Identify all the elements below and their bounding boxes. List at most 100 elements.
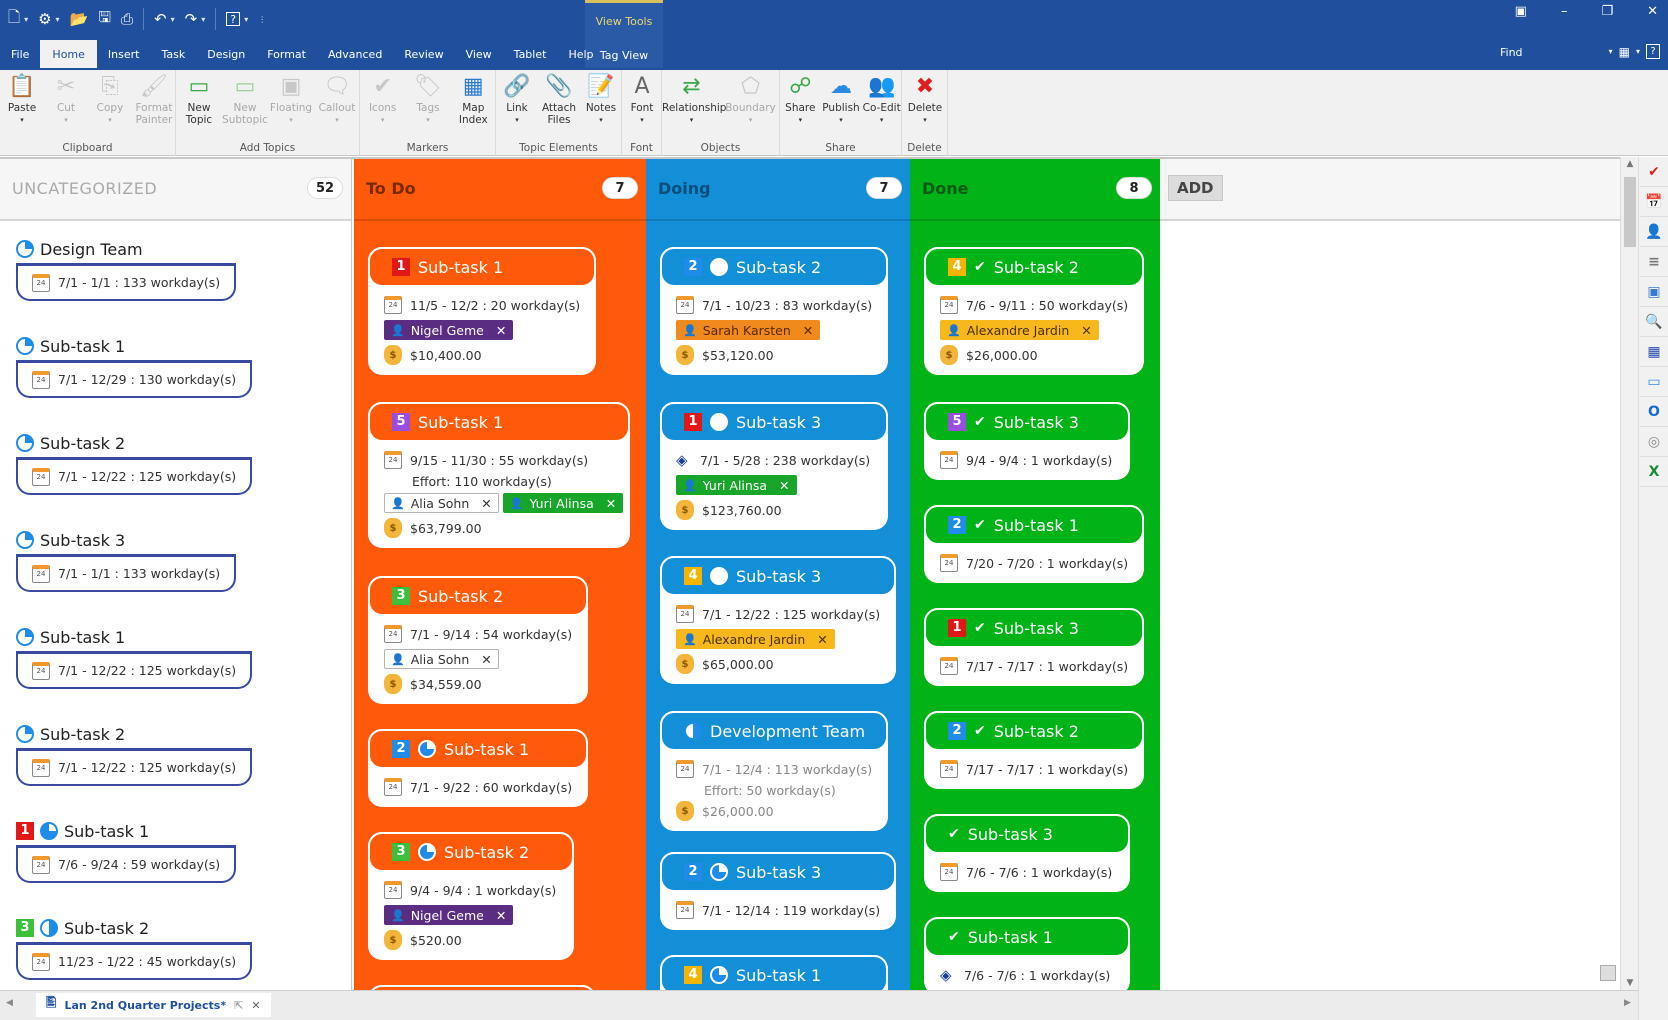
task-card[interactable]: 1 Sub-task 3 ◈ 7/1 - 5/28 : 238 workday(s) 👤… <box>660 402 888 530</box>
tab-review[interactable]: Review <box>393 42 454 68</box>
redo-dropdown[interactable]: ▾ <box>201 15 205 24</box>
notes-button[interactable]: 📝 Notes ▾ <box>580 72 622 126</box>
minimize-icon[interactable]: – <box>1561 4 1568 19</box>
delete-button[interactable]: ✖ Delete ▾ <box>902 72 948 126</box>
resource-tag[interactable]: 👤 Nigel Geme ✕ <box>384 320 514 340</box>
theme-panel-button[interactable]: ▣ <box>1640 278 1668 307</box>
undo-icon[interactable]: ↶ <box>154 10 167 28</box>
new-topic-button[interactable]: ▭ New Topic <box>176 72 222 126</box>
scroll-up-icon[interactable]: ▲ <box>1621 159 1639 169</box>
print-icon[interactable]: ⎙ <box>121 10 133 28</box>
uncategorized-item[interactable]: Sub-task 1 24 7/1 - 12/29 : 130 workday(s) <box>16 334 252 398</box>
column-header[interactable]: Doing 7 <box>646 159 910 221</box>
customize-qat-icon[interactable]: ⋮ <box>258 15 266 24</box>
uncategorized-item[interactable]: 1 Sub-task 1 24 7/6 - 9/24 : 59 workday(s) <box>16 819 236 883</box>
cut-button[interactable]: ✂ Cut ▾ <box>44 72 88 126</box>
floating-button[interactable]: ▣ Floating ▾ <box>268 72 314 126</box>
task-info-panel-button[interactable]: ✔ <box>1640 158 1668 187</box>
excel-panel-button[interactable]: X <box>1640 458 1668 487</box>
task-card[interactable]: 2 Sub-task 3 24 7/1 - 12/14 : 119 workday(s… <box>660 852 896 930</box>
help-icon[interactable]: ? <box>226 12 241 26</box>
tab-format[interactable]: Format <box>256 42 317 68</box>
slideshow-panel-button[interactable]: ▭ <box>1640 368 1668 397</box>
scrollbar-thumb[interactable] <box>1624 177 1636 247</box>
tab-task[interactable]: Task <box>150 42 196 68</box>
remove-resource-icon[interactable]: ✕ <box>817 632 827 647</box>
open-folder-icon[interactable]: 📂 <box>70 10 89 28</box>
task-card[interactable]: 4 Sub-task 1 <box>660 955 888 990</box>
remove-resource-icon[interactable]: ✕ <box>803 323 813 338</box>
remove-resource-icon[interactable]: ✕ <box>496 908 506 923</box>
remove-resource-icon[interactable]: ✕ <box>496 323 506 338</box>
task-card[interactable]: 3 Sub-task 2 24 7/1 - 9/14 : 54 workday(s) 👤… <box>368 576 588 704</box>
share-button[interactable]: ☍ Share ▾ <box>780 72 821 126</box>
map-index-button[interactable]: ▦ Map Index <box>451 72 496 126</box>
tab-home[interactable]: Home <box>40 40 97 68</box>
redo-icon[interactable]: ↷ <box>185 10 198 28</box>
uncategorized-item[interactable]: Sub-task 2 24 7/1 - 12/22 : 125 workday(s) <box>16 431 252 495</box>
format-painter-button[interactable]: 🖌 Format Painter <box>132 72 176 126</box>
remove-resource-icon[interactable]: ✕ <box>779 478 789 493</box>
resource-tag[interactable]: 👤 Alia Sohn ✕ <box>384 493 499 513</box>
remove-resource-icon[interactable]: ✕ <box>1081 323 1091 338</box>
column-header[interactable]: UNCATEGORIZED 52 <box>0 159 351 221</box>
uncategorized-item[interactable]: Design Team 24 7/1 - 1/1 : 133 workday(s) <box>16 237 236 301</box>
uncategorized-item[interactable]: Sub-task 3 24 7/1 - 1/1 : 133 workday(s) <box>16 528 236 592</box>
remove-resource-icon[interactable]: ✕ <box>481 652 491 667</box>
restore-icon[interactable]: ❐ <box>1601 4 1613 19</box>
task-card[interactable]: 4 ✔ Sub-task 2 24 7/6 - 9/11 : 50 workday(s)… <box>924 247 1144 375</box>
task-card[interactable]: ✔ Sub-task 1 ◈ 7/6 - 7/6 : 1 workday(s) <box>924 917 1130 990</box>
fit-view-button[interactable] <box>1600 965 1616 981</box>
column-header[interactable]: To Do 7 <box>354 159 646 221</box>
copy-button[interactable]: ⎘ Copy ▾ <box>88 72 132 126</box>
tab-view[interactable]: View <box>455 42 503 68</box>
new-file-dropdown[interactable]: ▾ <box>24 15 28 24</box>
task-card[interactable]: 2 Sub-task 1 24 7/1 - 9/22 : 60 workday(s) <box>368 729 588 807</box>
resource-tag[interactable]: 👤 Nigel Geme ✕ <box>384 905 514 925</box>
resource-tag[interactable]: 👤 Yuri Alinsa ✕ <box>676 475 797 495</box>
new-subtopic-button[interactable]: ▭ New Subtopic <box>222 72 268 126</box>
remove-resource-icon[interactable]: ✕ <box>606 496 616 511</box>
boundary-button[interactable]: ⬠ Boundary ▾ <box>721 72 780 126</box>
outlook-panel-button[interactable]: O <box>1640 398 1668 427</box>
layout-switch-icon[interactable]: ▦ <box>1619 45 1630 59</box>
document-tab[interactable]: 🖺 Lan 2nd Quarter Projects* ⇱ ✕ <box>36 993 271 1017</box>
font-button[interactable]: A Font ▾ <box>622 72 662 126</box>
attach-files-button[interactable]: 📎 Attach Files <box>538 72 580 126</box>
resource-tag[interactable]: 👤 Sarah Karsten ✕ <box>676 320 821 340</box>
tab-tablet[interactable]: Tablet <box>503 42 558 68</box>
tab-insert[interactable]: Insert <box>97 42 151 68</box>
scroll-right-icon[interactable]: ▶ <box>1624 998 1631 1008</box>
help-icon[interactable]: ? <box>1646 44 1660 59</box>
save-icon[interactable]: 🖫 <box>98 7 111 32</box>
publish-button[interactable]: ☁ Publish ▾ <box>821 72 862 126</box>
resource-panel-button[interactable]: 👤 <box>1640 218 1668 247</box>
tab-help[interactable]: Help <box>557 42 604 68</box>
dropdown-icon[interactable]: ▾ <box>1609 47 1613 56</box>
outline-panel-button[interactable]: ≡ <box>1640 248 1668 277</box>
find-button[interactable]: Find <box>1500 46 1523 59</box>
task-card[interactable]: 1 Sub-task 1 24 11/5 - 12/2 : 20 workday(s)… <box>368 247 596 375</box>
uncategorized-item[interactable]: 3 Sub-task 2 24 11/23 - 1/22 : 45 workday(s… <box>16 916 252 980</box>
settings-icon[interactable]: ⚙ <box>38 10 51 28</box>
close-icon[interactable]: ✕ <box>1647 4 1658 19</box>
task-card[interactable]: 1 ✔ Sub-task 3 24 7/17 - 7/17 : 1 workday(s) <box>924 608 1144 686</box>
tab-file[interactable]: File <box>0 42 40 68</box>
settings-dropdown[interactable]: ▾ <box>56 15 60 24</box>
link-button[interactable]: 🔗 Link ▾ <box>496 72 538 126</box>
resource-tag[interactable]: 👤 Alexandre Jardin ✕ <box>940 320 1099 340</box>
vertical-scrollbar[interactable]: ▲ ▼ <box>1620 157 1638 990</box>
co-edit-button[interactable]: 👥 Co-Edit ▾ <box>861 72 902 126</box>
layout-panel-button[interactable]: ▦ <box>1640 338 1668 367</box>
task-card[interactable]: 3 Sub-task 2 24 9/4 - 9/4 : 1 workday(s) 👤 Ni… <box>368 832 574 960</box>
ribbon-display-icon[interactable]: ▣ <box>1515 4 1527 19</box>
task-card[interactable]: 2 ✔ Sub-task 2 24 7/17 - 7/17 : 1 workday(s) <box>924 711 1144 789</box>
task-card[interactable]: 5 ✔ Sub-task 3 24 9/4 - 9/4 : 1 workday(s) <box>924 402 1130 480</box>
task-card[interactable]: Development Team 24 7/1 - 12/4 : 113 workd… <box>660 711 888 831</box>
tab-design[interactable]: Design <box>196 42 256 68</box>
remove-resource-icon[interactable]: ✕ <box>481 496 491 511</box>
globe-panel-button[interactable]: ◎ <box>1640 428 1668 457</box>
dropdown-icon[interactable]: ▾ <box>1636 47 1640 56</box>
calendar-panel-button[interactable]: 📅 <box>1640 188 1668 217</box>
add-column-button[interactable]: ADD <box>1168 175 1223 201</box>
